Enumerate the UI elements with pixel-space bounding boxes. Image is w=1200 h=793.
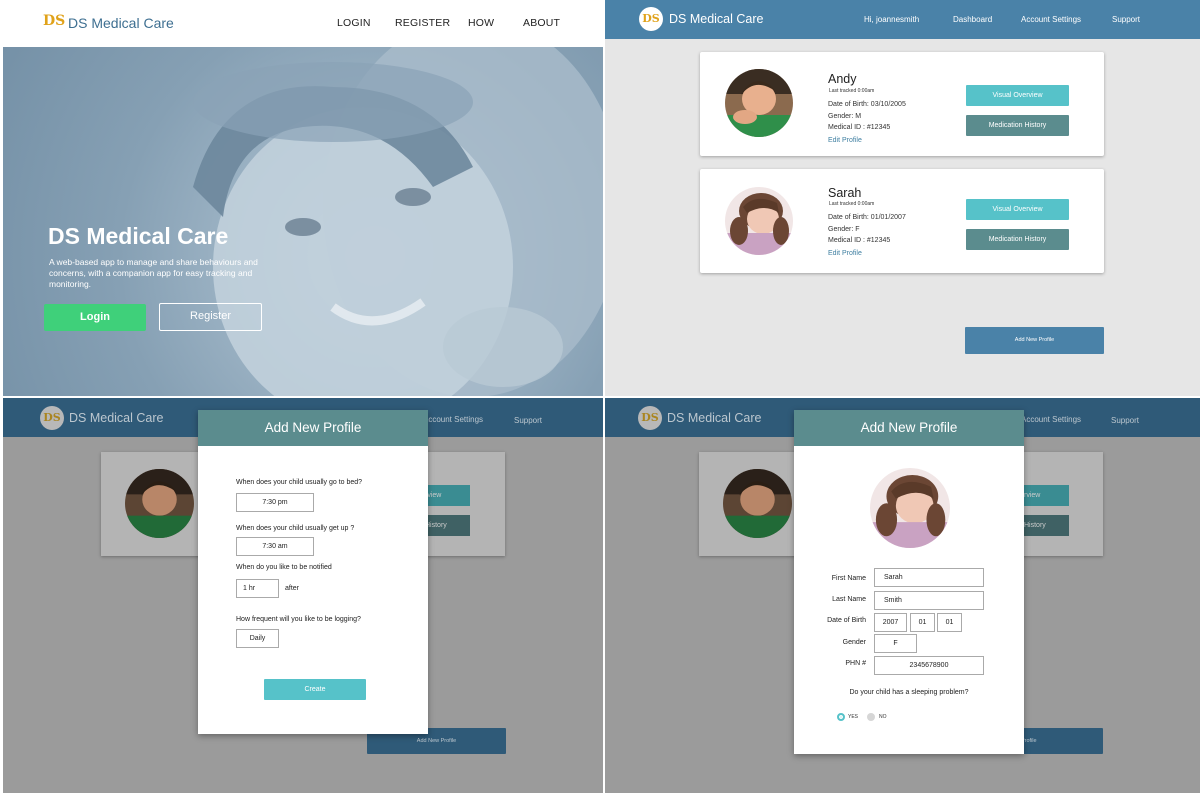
gender-label: Gender xyxy=(842,639,866,646)
nav-greeting[interactable]: Hi, joannesmith xyxy=(864,15,919,24)
register-button[interactable]: Register xyxy=(159,303,262,331)
profile-card-sarah: Sarah Last tracked 0:00am Date of Birth:… xyxy=(700,169,1104,273)
edit-profile-link[interactable]: Edit Profile xyxy=(828,137,862,144)
schedule-modal-screen: DS DS Medical Care Account Settings Supp… xyxy=(3,398,603,793)
last-tracked: Last tracked 0:00am xyxy=(829,88,875,94)
question-frequency: How frequent will you like to be logging… xyxy=(236,616,361,623)
phn-label: PHN # xyxy=(845,660,866,667)
gender: Gender: F xyxy=(828,226,860,233)
date-of-birth: Date of Birth: 01/01/2007 xyxy=(828,214,906,221)
visual-overview-button[interactable]: Visual Overview xyxy=(966,199,1069,220)
dob-year-input[interactable]: 2007 xyxy=(874,613,907,632)
brand-name[interactable]: DS Medical Care xyxy=(68,15,174,31)
ds-logo-icon: DS xyxy=(639,7,663,31)
modal-title: Add New Profile xyxy=(198,410,428,446)
medication-history-button[interactable]: Medication History xyxy=(966,115,1069,136)
ds-logo-icon: DS xyxy=(43,13,66,29)
hero-photo xyxy=(193,47,603,396)
brand-name: DS Medical Care xyxy=(667,411,762,425)
sleeping-problem-question: Do your child has a sleeping problem? xyxy=(849,689,969,696)
avatar xyxy=(125,469,194,538)
add-new-profile-button[interactable]: Add New Profile xyxy=(965,327,1104,354)
date-of-birth-label: Date of Birth xyxy=(827,617,866,624)
visual-overview-button: rview xyxy=(1019,485,1069,506)
question-bedtime: When does your child usually go to bed? xyxy=(236,479,363,486)
hero-section: DS Medical Care A web-based app to manag… xyxy=(3,47,603,396)
frequency-select[interactable]: Daily xyxy=(236,629,279,648)
brand-name[interactable]: DS Medical Care xyxy=(669,12,763,26)
last-name-label: Last Name xyxy=(832,596,866,603)
gender-input[interactable]: F xyxy=(874,634,917,653)
nav-register-link[interactable]: REGISTER xyxy=(395,17,450,29)
notify-input[interactable]: 1 hr xyxy=(236,579,279,598)
landing-screen: DS DS Medical Care LOGIN REGISTER HOW AB… xyxy=(3,0,603,396)
avatar xyxy=(725,187,793,255)
bedtime-input[interactable]: 7:30 pm xyxy=(236,493,314,512)
nav-support-link: Support xyxy=(1111,416,1140,425)
nav-account-settings-link: Account Settings xyxy=(1021,415,1082,424)
yes-label: YES xyxy=(848,714,859,720)
dob-day-input[interactable]: 01 xyxy=(937,613,962,632)
login-button[interactable]: Login xyxy=(44,304,146,331)
medical-id: Medical ID : #12345 xyxy=(828,124,891,131)
dashboard-screen: DS DS Medical Care Hi, joannesmith Dashb… xyxy=(605,0,1200,396)
landing-navbar: DS DS Medical Care LOGIN REGISTER HOW AB… xyxy=(3,0,603,47)
last-tracked: Last tracked 0:00am xyxy=(829,201,875,207)
medication-history-button: History xyxy=(1019,515,1069,536)
hero-title: DS Medical Care xyxy=(48,223,229,249)
profile-card-andy: Andy Last tracked 0:00am Date of Birth: … xyxy=(700,52,1104,156)
add-profile-schedule-modal: Add New Profile When does your child usu… xyxy=(198,410,428,734)
profile-photo[interactable] xyxy=(870,468,950,548)
brand-name: DS Medical Care xyxy=(69,411,164,425)
gender: Gender: M xyxy=(828,113,862,120)
first-name-label: First Name xyxy=(831,575,866,582)
first-name-input[interactable]: Sarah xyxy=(874,568,984,587)
no-radio[interactable] xyxy=(867,713,875,721)
hero-description: A web-based app to manage and share beha… xyxy=(49,257,258,289)
ds-logo-icon: DS xyxy=(40,406,64,430)
ds-logo-icon: DS xyxy=(638,406,662,430)
question-notify: When do you like to be notified xyxy=(236,564,332,571)
nav-dashboard-link[interactable]: Dashboard xyxy=(953,15,992,24)
wakeup-input[interactable]: 7:30 am xyxy=(236,537,314,556)
last-name-input[interactable]: Smith xyxy=(874,591,984,610)
dob-month-input[interactable]: 01 xyxy=(910,613,935,632)
nav-account-settings-link: Account Settings xyxy=(423,415,484,424)
no-label: NO xyxy=(879,714,887,720)
nav-support-link: Support xyxy=(514,416,543,425)
nav-about-link[interactable]: ABOUT xyxy=(523,17,560,29)
nav-how-link[interactable]: HOW xyxy=(468,17,494,29)
profile-modal-screen: DS DS Medical Care Account Settings Supp… xyxy=(605,398,1200,793)
medication-history-button[interactable]: Medication History xyxy=(966,229,1069,250)
notify-after-label: after xyxy=(285,585,300,592)
question-wakeup: When does your child usually get up ? xyxy=(236,525,355,532)
nav-account-settings-link[interactable]: Account Settings xyxy=(1021,15,1081,24)
visual-overview-button[interactable]: Visual Overview xyxy=(966,85,1069,106)
create-button[interactable]: Create xyxy=(264,679,366,700)
profile-name: Andy xyxy=(828,72,857,86)
avatar xyxy=(725,69,793,137)
modal-title: Add New Profile xyxy=(794,410,1024,446)
yes-radio[interactable] xyxy=(837,713,845,721)
nav-support-link[interactable]: Support xyxy=(1112,15,1140,24)
medical-id: Medical ID : #12345 xyxy=(828,237,891,244)
nav-login-link[interactable]: LOGIN xyxy=(337,17,371,29)
phn-input[interactable]: 2345678900 xyxy=(874,656,984,675)
profile-name: Sarah xyxy=(828,186,862,200)
dashboard-navbar: DS DS Medical Care Hi, joannesmith Dashb… xyxy=(605,0,1200,39)
add-profile-details-modal: Add New Profile First Name Sarah Last Na… xyxy=(794,410,1024,754)
edit-profile-link[interactable]: Edit Profile xyxy=(828,250,862,257)
avatar xyxy=(723,469,792,538)
date-of-birth: Date of Birth: 03/10/2005 xyxy=(828,101,906,108)
